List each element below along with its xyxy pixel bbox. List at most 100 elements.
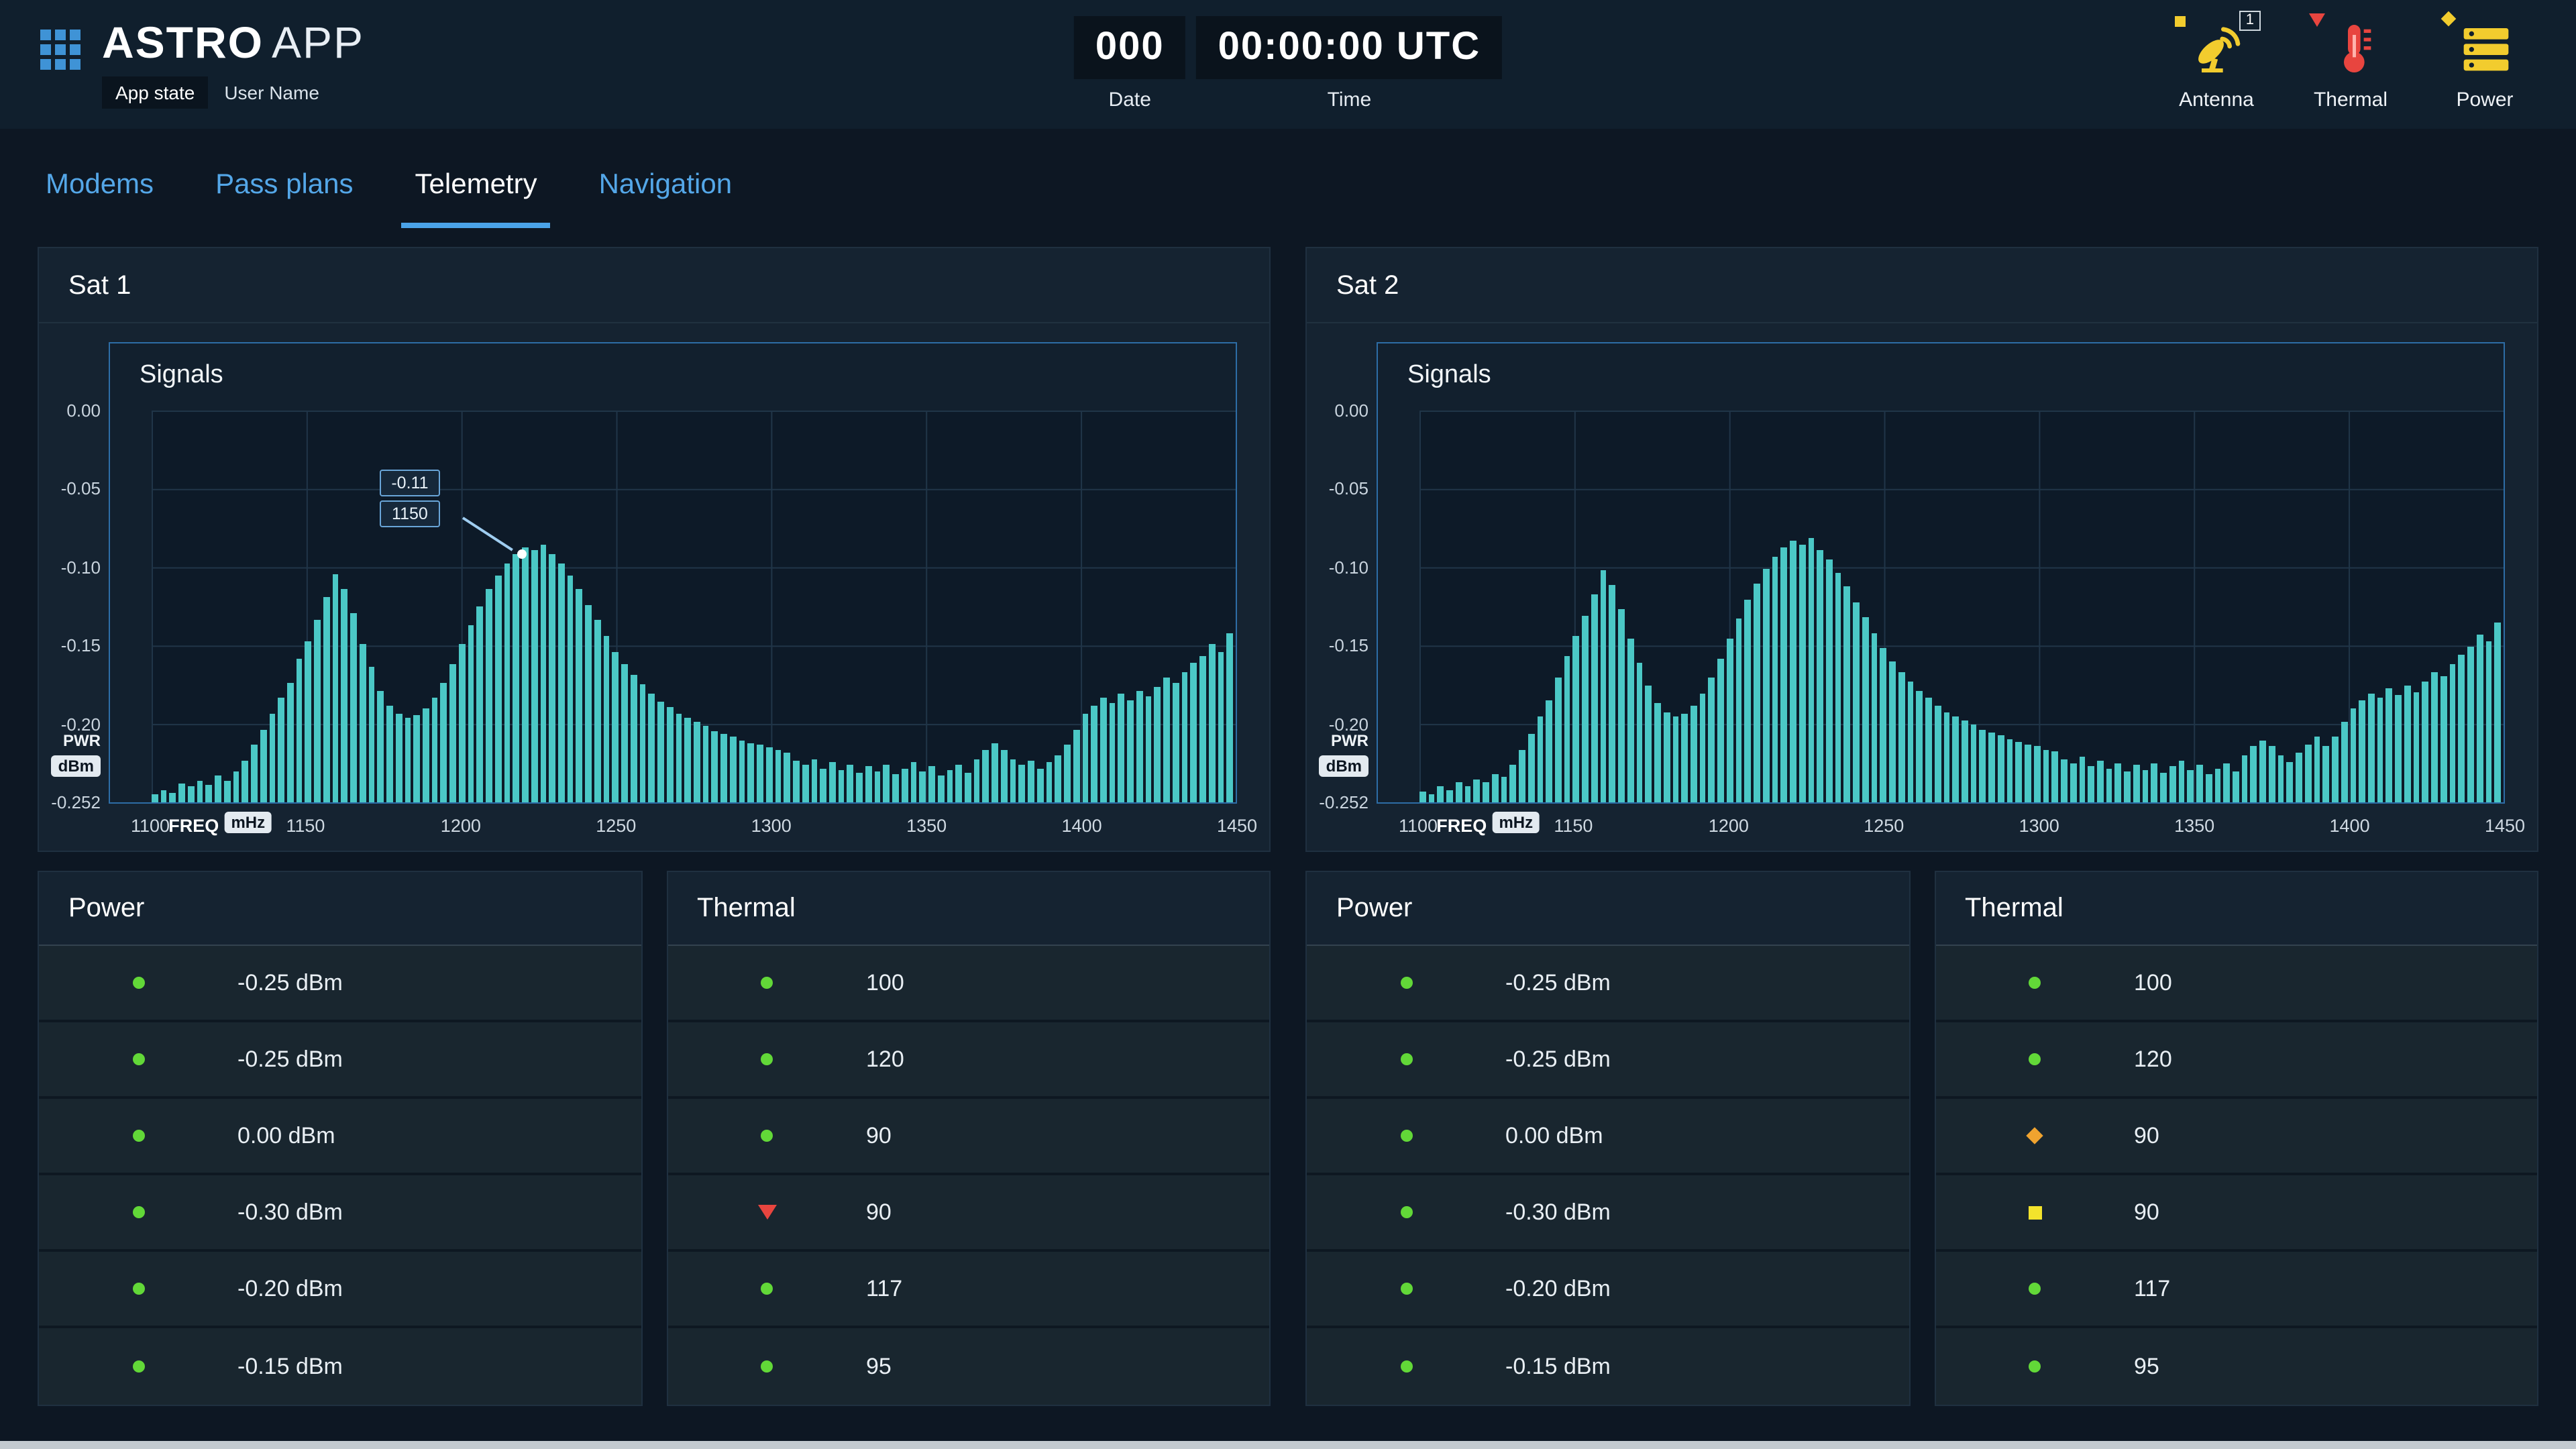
- signal-bar: [910, 761, 917, 802]
- signal-bar: [2106, 768, 2112, 802]
- signal-bar: [676, 713, 682, 802]
- signal-bar: [2449, 663, 2456, 802]
- status-ok-icon: [667, 1053, 866, 1065]
- signal-bar: [1082, 713, 1089, 802]
- signal-bar: [1898, 672, 1905, 802]
- signal-bar: [2268, 746, 2275, 802]
- x-tick-label: 1350: [906, 816, 947, 836]
- signal-bar: [829, 761, 836, 802]
- signal-bar: [1663, 712, 1670, 802]
- table-row: -0.15 dBm: [1307, 1328, 1909, 1405]
- signal-bar: [251, 745, 258, 802]
- tab-navigation[interactable]: Navigation: [599, 169, 732, 228]
- signal-bar: [1036, 768, 1044, 802]
- signal-bar: [747, 743, 755, 802]
- table-row: 90: [1935, 1099, 2537, 1175]
- signal-bar: [1934, 706, 1941, 802]
- antenna-warning-square-icon: [2175, 16, 2186, 27]
- signal-bar: [1762, 569, 1770, 802]
- tab-modems[interactable]: Modems: [46, 169, 154, 228]
- table-row: 100: [1935, 946, 2537, 1022]
- signal-bar: [1808, 538, 1815, 802]
- signal-bar: [332, 574, 339, 802]
- signal-bar: [386, 706, 393, 802]
- x-tick-label: 1200: [440, 816, 481, 836]
- signal-bar: [278, 698, 284, 802]
- row-value: 0.00 dBm: [1505, 1122, 1603, 1148]
- signal-bar: [1473, 779, 1481, 802]
- signal-bar: [1925, 698, 1932, 802]
- horizontal-scrollbar[interactable]: [0, 1441, 2576, 1449]
- table-row: -0.25 dBm: [1307, 1022, 1909, 1099]
- sat1-tables: Power -0.25 dBm -0.25 dBm 0.00 dBm -0.30 dB…: [38, 871, 1271, 1406]
- x-tick-label: 1150: [286, 816, 325, 836]
- signal-bar: [820, 768, 826, 802]
- table-row: 0.00 dBm: [1307, 1099, 1909, 1175]
- signal-bar: [269, 713, 276, 802]
- user-name: User Name: [224, 82, 319, 103]
- x-axis-mhz-chip: mHz: [1492, 812, 1540, 833]
- signal-bar: [639, 684, 646, 802]
- signal-bar: [1100, 698, 1107, 802]
- signal-bar: [1636, 662, 1643, 802]
- status-thermal[interactable]: Thermal: [2308, 13, 2394, 111]
- status-power[interactable]: Power: [2440, 11, 2528, 111]
- signal-bar: [1582, 615, 1589, 802]
- sat1-signals-panel: Signals -0.11 1150: [109, 342, 1237, 804]
- main-tabs: Modems Pass plans Telemetry Navigation: [0, 129, 2576, 228]
- signal-bar: [2043, 749, 2049, 802]
- table-row: -0.25 dBm: [39, 1022, 641, 1099]
- sat2-x-axis: FREQ mHz 1100 1150 1200 1250 1300 1350 1400 145…: [1399, 810, 2525, 840]
- signal-bar: [2097, 760, 2104, 802]
- sat2-thermal-table: Thermal 100 120 90 90 117 95: [1934, 871, 2538, 1406]
- signal-bar: [1046, 761, 1053, 802]
- row-value: 100: [866, 969, 904, 995]
- signal-bar: [1790, 541, 1796, 802]
- row-value: -0.20 dBm: [1505, 1275, 1611, 1301]
- table-row: 95: [1935, 1328, 2537, 1405]
- signal-bar: [576, 589, 583, 802]
- status-icons-group: 1 Antenna Thermal Power: [2174, 11, 2536, 111]
- signal-bar: [1073, 729, 1080, 802]
- signal-bar: [594, 620, 601, 802]
- sat2-signals-panel: Signals: [1377, 342, 2505, 804]
- signal-bar: [1916, 690, 1923, 802]
- sat1-plot[interactable]: -0.11 1150: [152, 411, 1236, 802]
- row-value: -0.30 dBm: [237, 1199, 343, 1224]
- signal-bar: [1010, 759, 1016, 802]
- signal-bar: [1780, 547, 1788, 802]
- signal-bar: [314, 620, 321, 802]
- app-grid-icon[interactable]: [40, 30, 80, 109]
- signal-bar: [350, 612, 357, 802]
- tab-telemetry[interactable]: Telemetry: [401, 169, 551, 228]
- sat2-tables: Power -0.25 dBm -0.25 dBm 0.00 dBm -0.30 dB…: [1305, 871, 2538, 1406]
- row-value: -0.25 dBm: [1505, 969, 1611, 995]
- row-value: -0.15 dBm: [1505, 1353, 1611, 1379]
- sat2-chart-wrap: 0.00 -0.05 -0.10 -0.15 -0.20 -0.252 PWR dBm S…: [1307, 323, 2537, 851]
- status-ok-icon: [1935, 977, 2134, 989]
- signal-bar: [666, 707, 674, 802]
- signal-bar: [1907, 681, 1914, 802]
- signal-bar: [928, 766, 935, 802]
- table-row: -0.30 dBm: [39, 1175, 641, 1252]
- y-tick-label: -0.15: [60, 635, 101, 656]
- signal-bar: [2431, 672, 2438, 802]
- sat2-plot[interactable]: [1419, 411, 2504, 802]
- signal-bar: [612, 651, 619, 802]
- signal-bar: [1979, 729, 1986, 802]
- signal-bar: [1853, 602, 1860, 802]
- brand-text: ASTRO APP App state User Name: [102, 18, 364, 109]
- y-tick-label: -0.10: [1328, 557, 1368, 578]
- status-warning-icon: [667, 1205, 866, 1220]
- signal-bar: [1681, 713, 1688, 802]
- tab-pass-plans[interactable]: Pass plans: [215, 169, 353, 228]
- status-ok-icon: [667, 977, 866, 989]
- signal-bar: [205, 785, 213, 802]
- signal-bar: [694, 721, 700, 802]
- status-antenna[interactable]: 1 Antenna: [2174, 11, 2261, 111]
- signal-bar: [1000, 749, 1008, 802]
- status-ok-icon: [1935, 1283, 2134, 1295]
- signal-bar: [1028, 760, 1034, 802]
- thermal-label: Thermal: [2313, 89, 2387, 111]
- signal-bar: [323, 597, 330, 802]
